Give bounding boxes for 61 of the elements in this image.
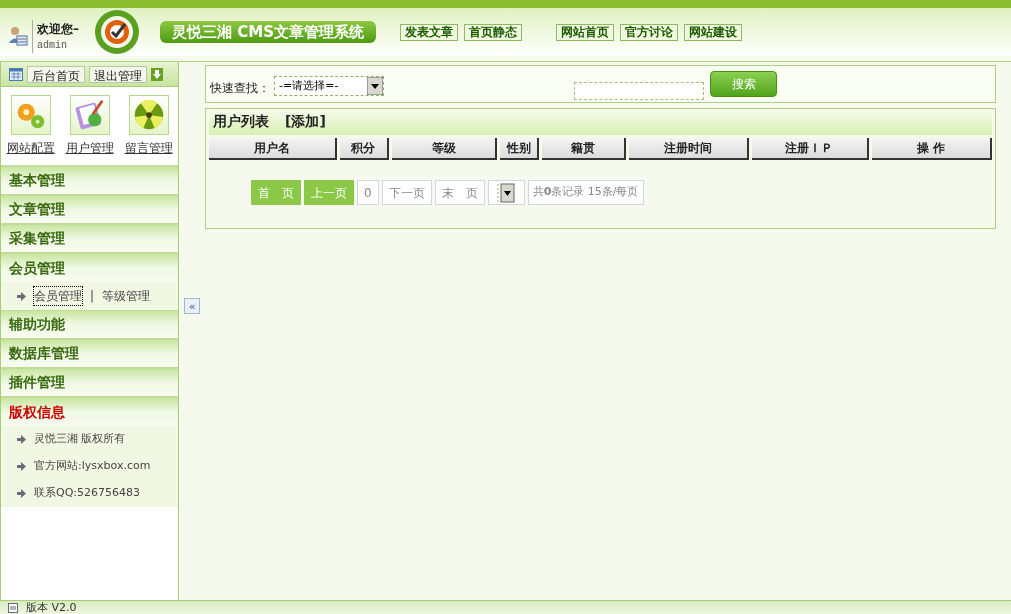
welcome-text: 欢迎您– [37, 20, 79, 38]
shortcut-link[interactable]: 网站配置 [6, 139, 55, 157]
section-header[interactable]: 辅助功能 [1, 310, 178, 339]
search-label: 快速查找： [210, 80, 270, 97]
category-select[interactable]: -=请选择=- [274, 76, 384, 96]
clipboard-icon-tile[interactable] [69, 95, 110, 135]
toolbar-button[interactable]: 退出管理 [89, 65, 147, 83]
add-link[interactable]: [添加] [285, 111, 326, 132]
link-separator: | [90, 288, 95, 305]
submenu-link[interactable]: 会员管理 [34, 287, 82, 305]
record-summary: 共0条记录 15条/每页 [527, 180, 644, 205]
page-select[interactable] [487, 180, 525, 205]
column-header: 用户名 [209, 138, 338, 160]
gears-icon-tile[interactable] [10, 95, 51, 135]
section-header[interactable]: 采集管理 [1, 224, 178, 253]
toolbar-button[interactable]: 后台首页 [27, 65, 85, 83]
column-header: 注册时间 [628, 138, 750, 160]
nav-link[interactable]: 网站首页 [555, 23, 614, 41]
nav-link[interactable]: 发表文章 [399, 23, 458, 41]
calendar-icon [9, 67, 23, 81]
dropdown-icon [367, 77, 383, 95]
page-button[interactable]: 下一页 [381, 180, 432, 205]
down-arrow-icon[interactable] [151, 67, 163, 81]
shortcut-link[interactable]: 用户管理 [65, 139, 114, 157]
shortcut-link[interactable]: 留言管理 [124, 139, 173, 157]
info-line: 灵悦三湘 版权所有 [34, 431, 126, 448]
column-header: 操 作 [871, 138, 992, 160]
page-button[interactable]: 末 页 [434, 180, 485, 205]
nav-link[interactable]: 首页静态 [463, 23, 522, 41]
arrow-icon [17, 462, 26, 471]
info-line: 联系QQ:526756483 [34, 485, 140, 502]
column-header: 积分 [340, 138, 389, 160]
column-header: 注册ＩＰ [752, 138, 869, 160]
collapse-button[interactable]: « [184, 298, 200, 314]
info-line: 官方网站:lysxbox.com [34, 458, 151, 475]
ball-icon-tile[interactable] [128, 95, 169, 135]
username-text: admin [37, 38, 68, 53]
nav-link[interactable]: 官方讨论 [619, 23, 678, 41]
search-field[interactable] [574, 82, 704, 100]
section-header[interactable]: 版权信息 [1, 397, 178, 426]
document-icon [8, 603, 18, 613]
page-button[interactable]: 0 [357, 180, 379, 205]
section-header[interactable]: 会员管理 [1, 253, 178, 282]
system-title: 灵悦三湘 CMS文章管理系统 [160, 21, 376, 43]
submenu-link[interactable]: 等级管理 [102, 287, 151, 305]
nav-link[interactable]: 网站建设 [683, 23, 742, 41]
version-text: 版本 V2.0 [26, 601, 77, 614]
section-header[interactable]: 数据库管理 [1, 339, 178, 368]
dropdown-icon [497, 182, 516, 203]
section-header[interactable]: 插件管理 [1, 368, 178, 397]
arrow-icon [17, 489, 26, 498]
logo-icon [94, 9, 140, 55]
column-header: 性别 [500, 138, 540, 160]
column-header: 籍贯 [542, 138, 626, 160]
section-header[interactable]: 基本管理 [1, 166, 178, 195]
panel-title: 用户列表 [213, 112, 269, 131]
section-header[interactable]: 文章管理 [1, 195, 178, 224]
column-header: 等级 [391, 138, 498, 160]
arrow-icon [17, 291, 26, 301]
user-icon [8, 25, 28, 47]
arrow-icon [17, 435, 26, 444]
